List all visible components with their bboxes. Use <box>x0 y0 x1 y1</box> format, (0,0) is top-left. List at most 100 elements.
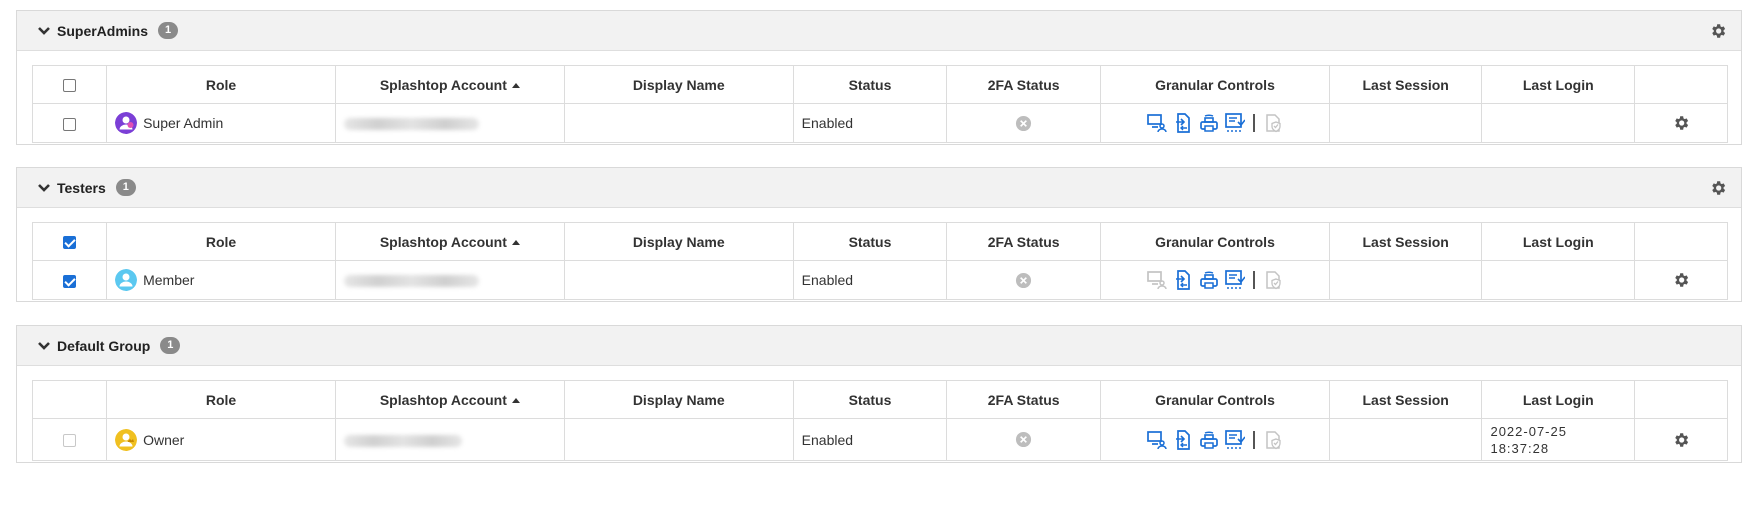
member-count-badge: 1 <box>115 179 136 196</box>
super-admin-avatar-icon <box>115 112 138 134</box>
gear-icon[interactable] <box>1672 431 1690 449</box>
session-recording-icon[interactable] <box>1225 270 1245 290</box>
column-header-display-name: Display Name <box>563 222 794 261</box>
last-session-cell <box>1328 418 1483 461</box>
remote-access-icon[interactable] <box>1147 113 1167 133</box>
display-name-cell <box>563 103 794 143</box>
member-count-badge: 1 <box>158 22 179 39</box>
select-all-checkbox[interactable] <box>63 79 77 93</box>
group-name: Testers <box>57 179 106 196</box>
group-header: Testers 1 <box>17 168 1741 208</box>
table-row: Super Admin Enabled <box>31 103 1728 143</box>
row-checkbox[interactable] <box>63 117 77 131</box>
status-cell: Enabled <box>792 260 948 300</box>
gear-icon[interactable] <box>1709 179 1727 197</box>
members-table: Role Splashtop Account Display Name Stat… <box>31 380 1728 461</box>
column-header-actions <box>1634 380 1728 419</box>
remote-print-icon[interactable] <box>1199 113 1219 133</box>
row-checkbox[interactable] <box>63 274 77 288</box>
remote-print-icon[interactable] <box>1199 430 1219 450</box>
last-login-cell <box>1481 260 1636 300</box>
column-header-last-login: Last Login <box>1481 222 1636 261</box>
remote-access-icon[interactable] <box>1147 270 1167 290</box>
gear-icon[interactable] <box>1709 22 1727 40</box>
column-header-2fa: 2FA Status <box>946 65 1102 104</box>
column-header-role: Role <box>106 65 336 104</box>
last-session-cell <box>1328 260 1483 300</box>
chevron-down-icon[interactable] <box>37 181 51 195</box>
role-label: Super Admin <box>143 115 224 131</box>
granular-controls <box>1100 418 1330 461</box>
row-checkbox-disabled <box>63 434 77 448</box>
granular-separator <box>1252 114 1255 132</box>
security-shield-icon[interactable] <box>1263 430 1283 450</box>
display-name-cell <box>563 418 794 461</box>
column-header-role: Role <box>106 222 336 261</box>
account-email-redacted <box>343 434 462 447</box>
group-name: Default Group <box>57 337 151 354</box>
display-name-cell <box>563 260 794 300</box>
column-header-last-session: Last Session <box>1328 380 1483 419</box>
sort-asc-icon <box>511 398 520 404</box>
column-header-last-login: Last Login <box>1481 380 1636 419</box>
column-header-account[interactable]: Splashtop Account <box>334 65 565 104</box>
group-name: SuperAdmins <box>57 22 149 39</box>
group-testers: Testers 1 Role Splashtop Account Display… <box>16 167 1742 302</box>
session-recording-icon[interactable] <box>1225 429 1245 450</box>
column-header-granular: Granular Controls <box>1100 222 1330 261</box>
table-row: Owner Enabled 2022-07-25 18:37:28 <box>31 418 1728 461</box>
member-avatar-icon <box>115 269 138 291</box>
remote-print-icon[interactable] <box>1199 270 1219 290</box>
column-header-status: Status <box>792 65 948 104</box>
column-header-account[interactable]: Splashtop Account <box>334 222 565 261</box>
column-header-role: Role <box>106 380 336 419</box>
table-row: Member Enabled <box>31 260 1728 300</box>
role-label: Owner <box>143 431 185 448</box>
remote-access-icon[interactable] <box>1147 430 1167 450</box>
group-header: SuperAdmins 1 <box>17 11 1741 51</box>
sort-asc-icon <box>511 240 520 246</box>
column-header-display-name: Display Name <box>563 380 794 419</box>
granular-controls <box>1100 103 1330 143</box>
file-transfer-icon[interactable] <box>1173 113 1193 133</box>
sort-asc-icon <box>511 83 520 89</box>
group-default: Default Group 1 Role Splashtop Account D… <box>16 325 1742 463</box>
2fa-disabled-icon <box>1016 272 1032 288</box>
last-login-cell <box>1481 103 1636 143</box>
members-table: Role Splashtop Account Display Name Stat… <box>31 65 1728 143</box>
security-shield-icon[interactable] <box>1263 270 1283 290</box>
file-transfer-icon[interactable] <box>1173 270 1193 290</box>
column-header-display-name: Display Name <box>563 65 794 104</box>
column-header-last-session: Last Session <box>1328 65 1483 104</box>
group-header: Default Group 1 <box>17 326 1741 366</box>
gear-icon[interactable] <box>1672 271 1690 289</box>
status-cell: Enabled <box>792 103 948 143</box>
column-header-2fa: 2FA Status <box>946 380 1102 419</box>
2fa-disabled-icon <box>1016 432 1032 448</box>
account-email-redacted <box>343 275 479 288</box>
column-header-status: Status <box>792 222 948 261</box>
2fa-disabled-icon <box>1016 115 1032 131</box>
session-recording-icon[interactable] <box>1225 113 1245 133</box>
chevron-down-icon[interactable] <box>37 339 51 353</box>
column-header-granular: Granular Controls <box>1100 65 1330 104</box>
column-header-status: Status <box>792 380 948 419</box>
granular-separator <box>1252 271 1255 289</box>
member-count-badge: 1 <box>160 337 181 354</box>
column-header-granular: Granular Controls <box>1100 380 1330 419</box>
chevron-down-icon[interactable] <box>37 24 51 38</box>
column-header-account[interactable]: Splashtop Account <box>334 380 565 419</box>
select-all-checkbox[interactable] <box>63 236 77 250</box>
last-login-cell: 2022-07-25 18:37:28 <box>1481 418 1636 461</box>
gear-icon[interactable] <box>1672 114 1690 132</box>
column-header-actions <box>1634 65 1728 104</box>
members-table: Role Splashtop Account Display Name Stat… <box>31 222 1728 300</box>
file-transfer-icon[interactable] <box>1173 429 1193 450</box>
column-header-last-login: Last Login <box>1481 65 1636 104</box>
account-email-redacted <box>343 118 479 131</box>
granular-controls <box>1100 260 1330 300</box>
granular-separator <box>1252 430 1255 449</box>
column-header-last-session: Last Session <box>1328 222 1483 261</box>
column-header-2fa: 2FA Status <box>946 222 1102 261</box>
security-shield-icon[interactable] <box>1263 113 1283 133</box>
